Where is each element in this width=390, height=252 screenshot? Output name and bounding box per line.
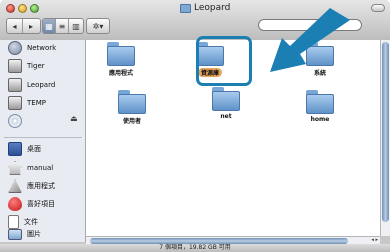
hard-drive-icon	[8, 59, 22, 73]
sidebar-item-network[interactable]: Network	[8, 40, 56, 56]
folder-icon	[107, 42, 135, 66]
toolbar-toggle-button[interactable]	[371, 4, 385, 12]
folder-icon	[212, 87, 240, 111]
desktop-icon	[8, 142, 22, 156]
file-item-system[interactable]: 系統	[285, 42, 355, 86]
file-label: home	[310, 116, 330, 123]
highlight-callout-box	[196, 36, 252, 86]
sidebar-item-cd[interactable]	[8, 113, 27, 129]
sidebar-item-leopard[interactable]: Leopard	[8, 77, 55, 93]
sidebar-item-tiger[interactable]: Tiger	[8, 58, 45, 74]
finder-window: Leopard ◂ ▸ ▦ ≡ ▥ ✲▾ ⌕ Network Tiger Leo	[0, 0, 390, 252]
list-view-icon[interactable]: ≡	[56, 19, 69, 33]
column-view-icon[interactable]: ▥	[69, 19, 83, 33]
sidebar-item-label: 應用程式	[27, 182, 55, 190]
title-toolbar: Leopard ◂ ▸ ▦ ≡ ▥ ✲▾ ⌕	[0, 0, 390, 41]
minimize-button[interactable]	[18, 4, 27, 13]
applications-icon	[8, 179, 22, 193]
view-buttons: ▦ ≡ ▥	[42, 18, 84, 34]
favorites-heart-icon	[8, 197, 22, 211]
sidebar-item-temp[interactable]: TEMP	[8, 95, 46, 111]
back-arrow-icon[interactable]: ◂	[7, 19, 23, 33]
sidebar-item-desktop[interactable]: 桌面	[8, 141, 41, 157]
file-item-applications[interactable]: 應用程式	[86, 42, 156, 86]
file-label: 系統	[313, 70, 326, 77]
window-title-text: Leopard	[194, 3, 231, 13]
zoom-button[interactable]	[30, 4, 39, 13]
status-bar: 7 個項目，19.82 GB 可用	[0, 244, 390, 252]
sidebar-item-pictures[interactable]: 圖片	[8, 226, 41, 242]
scroll-arrows-icon[interactable]: ◂ ▸	[371, 237, 378, 243]
folder-icon	[306, 42, 334, 66]
file-label: 應用程式	[108, 70, 133, 77]
folder-icon	[118, 90, 146, 114]
sidebar-item-label: TEMP	[27, 99, 46, 107]
vertical-scrollbar[interactable]	[380, 40, 390, 236]
search-input[interactable]	[258, 19, 362, 31]
cd-disc-icon	[8, 114, 22, 128]
sidebar-item-label: 桌面	[27, 145, 41, 153]
sidebar-item-label: Network	[27, 44, 57, 52]
file-label: net	[220, 113, 232, 120]
sidebar-item-label: 圖片	[27, 230, 41, 238]
sidebar-item-label: manual	[27, 164, 54, 172]
eject-icon[interactable]: ⏏	[70, 114, 78, 123]
sidebar-item-label: Leopard	[27, 81, 56, 89]
gear-icon[interactable]: ✲▾	[87, 19, 109, 33]
action-menu-button[interactable]: ✲▾	[86, 18, 110, 34]
forward-arrow-icon[interactable]: ▸	[23, 19, 39, 33]
sidebar-item-home[interactable]: manual	[8, 160, 53, 176]
folder-icon	[306, 90, 334, 114]
home-icon	[8, 161, 22, 175]
folder-icon	[180, 3, 191, 13]
sidebar-divider	[4, 137, 82, 138]
close-button[interactable]	[6, 4, 15, 13]
horizontal-scrollbar[interactable]: ◂ ▸	[86, 236, 380, 244]
nav-buttons: ◂ ▸	[6, 18, 41, 34]
network-globe-icon	[8, 41, 22, 55]
icon-view-icon[interactable]: ▦	[43, 19, 56, 33]
file-label: 使用者	[122, 118, 141, 125]
sidebar-item-applications[interactable]: 應用程式	[8, 178, 55, 194]
sidebar: Network Tiger Leopard TEMP ⏏ 桌面 manual 應…	[0, 40, 86, 242]
file-item-home[interactable]: home	[285, 90, 355, 134]
hard-drive-icon	[8, 96, 22, 110]
sidebar-item-label: Tiger	[27, 62, 45, 70]
sidebar-item-favorites[interactable]: 喜好項目	[8, 196, 55, 212]
window-title: Leopard	[180, 3, 230, 13]
hard-drive-icon	[8, 78, 22, 92]
file-item-users[interactable]: 使用者	[97, 90, 167, 134]
pictures-icon	[8, 228, 22, 240]
window-controls	[6, 4, 39, 13]
sidebar-item-label: 喜好項目	[27, 200, 55, 208]
file-item-net[interactable]: net	[191, 87, 261, 131]
scrollbar-thumb[interactable]	[382, 42, 389, 222]
